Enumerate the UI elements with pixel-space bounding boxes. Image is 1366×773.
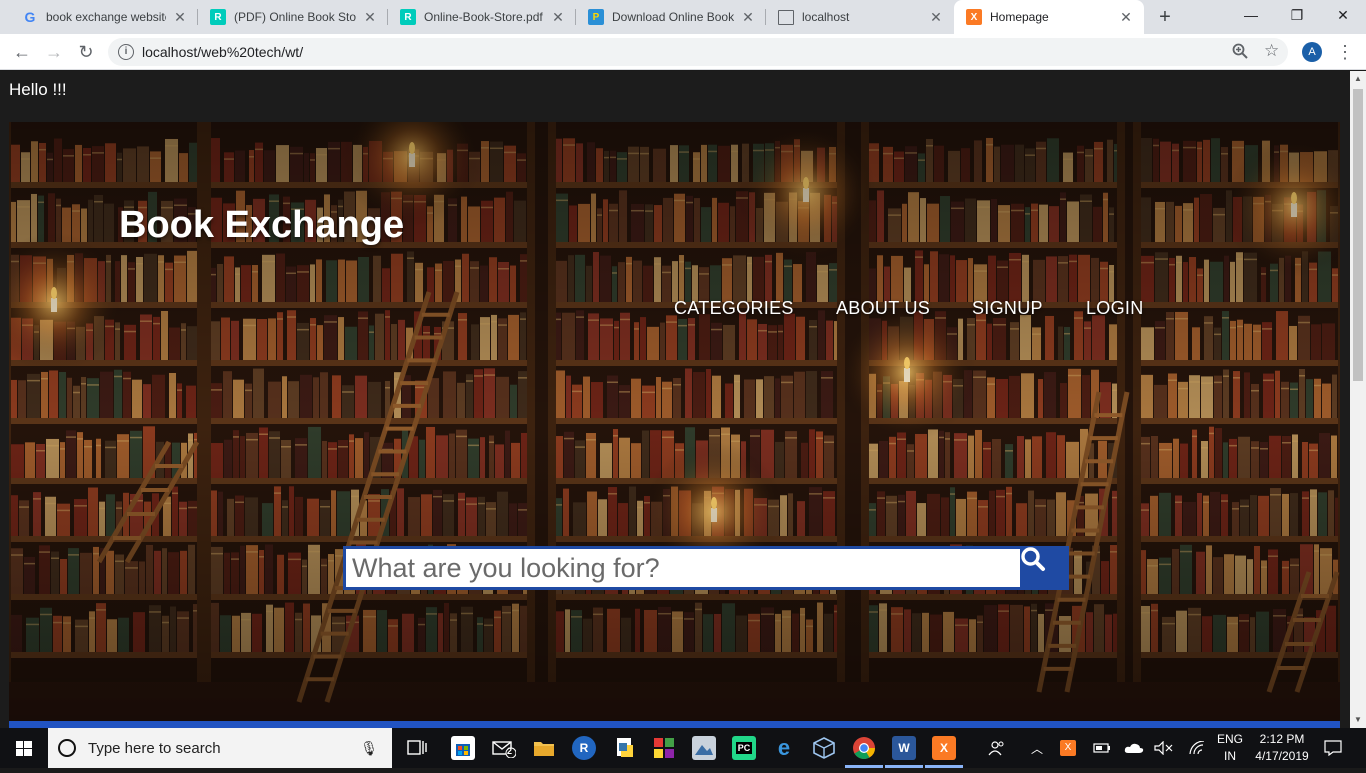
close-tab-icon[interactable]: ✕ [550, 9, 566, 26]
taskbar-search-placeholder: Type here to search [88, 739, 221, 757]
start-button[interactable] [0, 728, 48, 768]
cortana-icon [58, 739, 76, 757]
python-file-icon[interactable] [612, 736, 636, 760]
tab-strip: G book exchange website ✕ R (PDF) Online… [0, 0, 1366, 34]
clock-date: 4/17/2019 [1255, 749, 1309, 763]
xampp-app-icon[interactable]: X [932, 736, 956, 760]
nav-link-login[interactable]: LOGIN [1086, 298, 1144, 319]
show-hidden-icons-chevron-icon[interactable]: ︿ [1026, 728, 1048, 768]
search-icon [1021, 547, 1045, 571]
language-indicator[interactable]: ENG IN [1214, 731, 1246, 765]
tab-title: localhost [802, 10, 850, 24]
volume-muted-icon[interactable] [1152, 728, 1176, 768]
page-viewport: Hello !!! Book Exchange CATEGORIES ABOUT… [0, 71, 1350, 728]
photo-viewer-icon[interactable] [692, 736, 716, 760]
browser-tab[interactable]: localhost ✕ [766, 0, 954, 34]
profile-avatar[interactable]: A [1302, 42, 1322, 62]
browser-tab-active[interactable]: X Homepage ✕ [954, 0, 1144, 34]
researchgate-icon: R [400, 9, 416, 25]
close-tab-icon[interactable]: ✕ [362, 9, 378, 26]
region-code: IN [1224, 749, 1236, 763]
researchgate-app-icon[interactable]: R [572, 736, 596, 760]
close-tab-icon[interactable]: ✕ [740, 9, 756, 26]
nav-link-signup[interactable]: SIGNUP [972, 298, 1043, 319]
site-info-icon[interactable]: i [118, 44, 134, 60]
clock-time: 2:12 PM [1259, 732, 1305, 746]
nav-link-categories[interactable]: CATEGORIES [674, 298, 794, 319]
tab-title: (PDF) Online Book Store [234, 10, 356, 24]
task-view-icon[interactable] [405, 736, 429, 760]
file-explorer-icon[interactable] [532, 736, 556, 760]
word-icon[interactable]: W [892, 736, 916, 760]
scroll-up-arrow-icon[interactable]: ▲ [1350, 71, 1366, 87]
scroll-down-arrow-icon[interactable]: ▼ [1350, 712, 1366, 728]
scrollbar-thumb[interactable] [1353, 89, 1363, 381]
virtualbox-icon[interactable] [812, 736, 836, 760]
tab-title: Homepage [990, 10, 1049, 24]
greeting-text: Hello !!! [9, 80, 67, 99]
browser-toolbar: ← → ↻ i localhost/web%20tech/wt/ ☆ A ⋮ [0, 34, 1366, 70]
taskbar-search-box[interactable]: Type here to search 🎙 [48, 728, 392, 768]
researchgate-icon: R [210, 9, 226, 25]
close-window-button[interactable]: ✕ [1320, 0, 1366, 30]
xampp-icon: X [966, 9, 982, 25]
windows-taskbar: Type here to search 🎙 2 R PC e W X ︿ X E… [0, 728, 1366, 768]
system-clock[interactable]: 2:12 PM 4/17/2019 [1244, 731, 1320, 765]
tab-title: Online-Book-Store.pdf [424, 10, 543, 24]
battery-icon[interactable] [1090, 728, 1114, 768]
address-bar[interactable]: i localhost/web%20tech/wt/ ☆ [108, 38, 1288, 66]
close-tab-icon[interactable]: ✕ [172, 9, 188, 26]
browser-tab[interactable]: P Download Online Book ✕ [576, 0, 766, 34]
projects-icon: P [588, 9, 604, 25]
url-text[interactable]: localhost/web%20tech/wt/ [142, 44, 303, 60]
hero-section: Book Exchange CATEGORIES ABOUT US SIGNUP… [9, 122, 1340, 728]
microphone-icon[interactable]: 🎙 [360, 740, 378, 757]
chrome-icon[interactable] [852, 736, 876, 760]
xampp-tray-icon[interactable]: X [1056, 728, 1080, 768]
browser-menu-icon[interactable]: ⋮ [1336, 40, 1354, 64]
new-tab-button[interactable]: + [1152, 4, 1178, 30]
browser-tab[interactable]: G book exchange website ✕ [10, 0, 198, 34]
search-bar [343, 546, 1069, 590]
search-button[interactable] [1020, 546, 1069, 590]
minimize-button[interactable]: — [1228, 0, 1274, 30]
close-tab-icon[interactable]: ✕ [928, 9, 944, 26]
windows-logo-icon [16, 741, 32, 756]
nav-link-about-us[interactable]: ABOUT US [836, 298, 930, 319]
tab-title: book exchange website [46, 10, 166, 24]
language-code: ENG [1216, 732, 1243, 746]
mail-icon[interactable]: 2 [492, 736, 516, 760]
people-icon[interactable] [984, 728, 1010, 768]
multicolor-app-icon[interactable] [652, 736, 676, 760]
back-button[interactable]: ← [8, 38, 36, 66]
page-scrollbar[interactable]: ▲ ▼ [1350, 71, 1366, 728]
wifi-icon[interactable] [1184, 728, 1210, 768]
zoom-icon[interactable] [1232, 43, 1248, 63]
forward-button[interactable]: → [40, 38, 68, 66]
store-icon[interactable] [451, 736, 475, 760]
document-icon [778, 9, 794, 25]
search-input[interactable] [343, 546, 1021, 590]
section-divider-bar [9, 721, 1340, 728]
onedrive-cloud-icon[interactable] [1122, 728, 1146, 768]
restore-button[interactable]: ❐ [1274, 0, 1320, 30]
pycharm-icon[interactable]: PC [732, 736, 756, 760]
browser-tab[interactable]: R (PDF) Online Book Store ✕ [198, 0, 388, 34]
reload-button[interactable]: ↻ [72, 38, 100, 66]
notifications-icon[interactable] [1320, 728, 1346, 768]
google-icon: G [24, 9, 36, 25]
edge-icon[interactable]: e [772, 735, 796, 760]
mail-badge: 2 [507, 746, 513, 756]
site-logo-text[interactable]: Book Exchange [119, 204, 404, 247]
close-tab-icon[interactable]: ✕ [1118, 9, 1134, 26]
bookmark-star-icon[interactable]: ☆ [1264, 41, 1279, 61]
browser-tab[interactable]: R Online-Book-Store.pdf ✕ [388, 0, 576, 34]
tab-title: Download Online Book [612, 10, 734, 24]
